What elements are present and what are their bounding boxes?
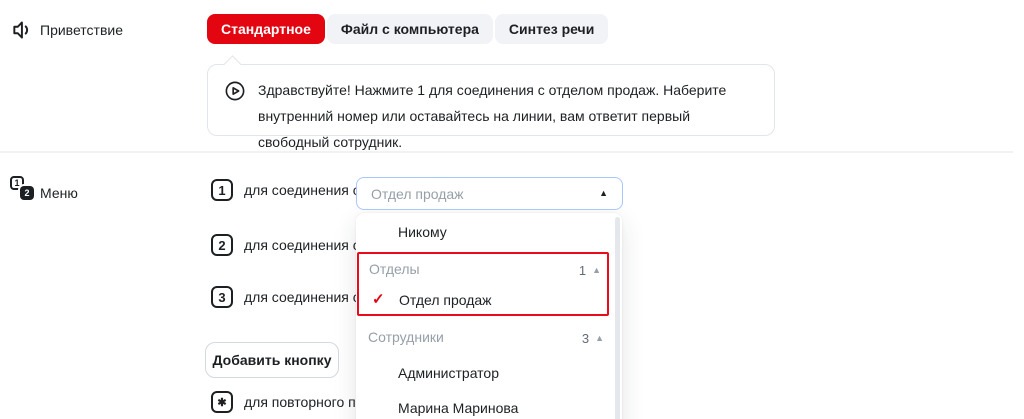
add-key-button[interactable]: Добавить кнопку <box>205 342 339 378</box>
menu-section-label: Меню <box>40 185 78 201</box>
destination-select[interactable]: Отдел продаж ▲ <box>356 177 623 210</box>
key-star-icon: ✱ <box>211 391 233 413</box>
menu-keys-icon: 1 2 <box>10 176 36 202</box>
greeting-message-bubble: Здравствуйте! Нажмите 1 для соединения с… <box>207 64 775 136</box>
checkmark-icon: ✓ <box>372 290 385 308</box>
group-departments-count: 1 <box>579 263 586 278</box>
section-divider <box>0 151 1013 153</box>
group-employees-toggle[interactable]: 3 ▲ <box>582 331 604 346</box>
destination-select-value: Отдел продаж <box>371 186 464 202</box>
dropdown-option-administrator[interactable]: Администратор <box>398 365 499 381</box>
group-label-employees[interactable]: Сотрудники <box>368 329 444 345</box>
dropdown-option-marina[interactable]: Марина Маринова <box>398 400 518 416</box>
greeting-message-text: Здравствуйте! Нажмите 1 для соединения с… <box>258 77 758 155</box>
dropdown-scrollbar[interactable] <box>615 217 620 419</box>
dropdown-option-none[interactable]: Никому <box>398 224 447 240</box>
menu-row-1-text: для соединения с <box>244 182 360 198</box>
menu-row-1: 1 для соединения с <box>211 179 360 201</box>
group-departments-toggle[interactable]: 1 ▲ <box>579 263 601 278</box>
menu-row-2: 2 для соединения с <box>211 234 360 256</box>
menu-row-3: 3 для соединения с <box>211 286 360 308</box>
destination-dropdown-panel: Никому Отделы 1 ▲ ✓ Отдел продаж Сотрудн… <box>356 213 622 419</box>
menu-icon-key2: 2 <box>20 186 34 200</box>
key-1-icon: 1 <box>211 179 233 201</box>
speaker-icon <box>10 17 36 48</box>
menu-row-3-text: для соединения с <box>244 289 360 305</box>
play-icon[interactable] <box>224 80 246 102</box>
greeting-source-tabs: Стандартное Файл с компьютера Синтез реч… <box>207 14 608 44</box>
collapse-arrow-icon[interactable]: ▲ <box>592 266 601 275</box>
menu-row-2-text: для соединения с <box>244 237 360 253</box>
greeting-section-label: Приветствие <box>40 22 123 38</box>
key-2-icon: 2 <box>211 234 233 256</box>
group-label-departments[interactable]: Отделы <box>369 261 420 277</box>
tab-file-from-computer[interactable]: Файл с компьютера <box>327 14 493 44</box>
group-employees-count: 3 <box>582 331 589 346</box>
select-collapse-arrow-icon[interactable]: ▲ <box>599 189 608 198</box>
ivr-settings-screen: Приветствие Стандартное Файл с компьютер… <box>0 0 1024 419</box>
key-3-icon: 3 <box>211 286 233 308</box>
menu-row-star: ✱ для повторного прос <box>211 391 378 413</box>
collapse-arrow-icon[interactable]: ▲ <box>595 334 604 343</box>
dropdown-option-sales-department[interactable]: Отдел продаж <box>399 292 492 308</box>
tab-standard[interactable]: Стандартное <box>207 14 325 44</box>
tab-speech-synthesis[interactable]: Синтез речи <box>495 14 608 44</box>
highlighted-group-departments: Отделы 1 ▲ ✓ Отдел продаж <box>357 252 609 316</box>
